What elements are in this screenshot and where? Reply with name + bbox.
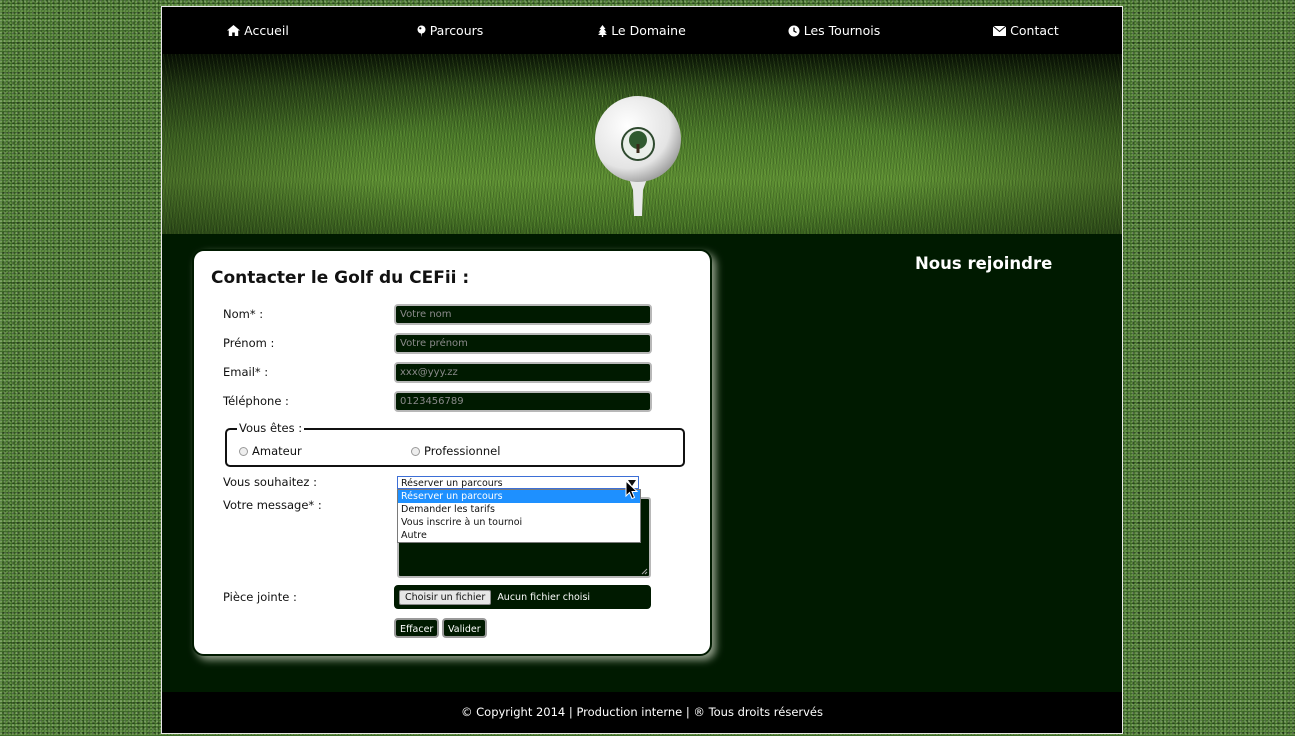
message-label: Votre message* :: [223, 498, 322, 512]
nom-input[interactable]: Votre nom: [394, 304, 652, 325]
hero-banner: [162, 54, 1122, 234]
nav-item-tournois[interactable]: Les Tournois: [738, 23, 930, 38]
telephone-label: Téléphone :: [223, 394, 289, 408]
dropdown-option[interactable]: Autre: [398, 529, 640, 542]
main-nav: Accueil Parcours Le Domaine Les Tournois…: [162, 7, 1122, 54]
nav-label: Accueil: [244, 23, 289, 38]
radio-amateur[interactable]: Amateur: [239, 444, 302, 458]
envelope-icon: [993, 25, 1007, 36]
nav-item-accueil[interactable]: Accueil: [162, 23, 354, 38]
dropdown-option[interactable]: Vous inscrire à un tournoi: [398, 516, 640, 529]
nav-label: Le Domaine: [611, 23, 686, 38]
wish-dropdown-list: Réserver un parcours Demander les tarifs…: [397, 489, 641, 543]
email-label: Email* :: [223, 365, 269, 379]
wish-select[interactable]: Réserver un parcours: [397, 476, 639, 489]
radio-button[interactable]: [411, 446, 420, 456]
main-content: Contacter le Golf du CEFii : Nom* : Votr…: [162, 234, 1122, 692]
telephone-input[interactable]: 0123456789: [394, 391, 652, 412]
status-legend: Vous êtes :: [237, 421, 305, 435]
reset-button[interactable]: Effacer: [394, 618, 440, 638]
footer: © Copyright 2014 | Production interne | …: [162, 692, 1122, 733]
radio-professionnel[interactable]: Professionnel: [411, 444, 500, 458]
select-value: Réserver un parcours: [401, 478, 503, 489]
nav-label: Parcours: [429, 23, 484, 38]
nav-item-parcours[interactable]: Parcours: [354, 23, 546, 38]
contact-form-card: Contacter le Golf du CEFii : Nom* : Votr…: [192, 249, 712, 656]
radio-label: Professionnel: [424, 444, 501, 458]
nav-label: Les Tournois: [803, 23, 881, 38]
file-status: Aucun fichier choisi: [497, 591, 591, 603]
radio-button[interactable]: [239, 446, 248, 456]
aside-title: Nous rejoindre: [915, 254, 1053, 273]
attachment-label: Pièce jointe :: [223, 590, 297, 604]
prenom-input[interactable]: Votre prénom: [394, 333, 652, 354]
radio-label: Amateur: [252, 444, 302, 458]
map-pin-icon: [417, 25, 426, 37]
tree-icon: [598, 24, 608, 37]
resize-handle-icon[interactable]: [641, 568, 648, 575]
nav-item-domaine[interactable]: Le Domaine: [546, 23, 738, 38]
form-title: Contacter le Golf du CEFii :: [211, 268, 470, 288]
prenom-label: Prénom :: [223, 336, 275, 350]
clock-icon: [788, 25, 800, 36]
nom-label: Nom* :: [223, 307, 264, 321]
dropdown-option[interactable]: Réserver un parcours: [398, 490, 640, 503]
status-fieldset: Vous êtes : Amateur Professionnel: [225, 421, 685, 467]
mouse-pointer-icon: [625, 480, 639, 500]
dropdown-option[interactable]: Demander les tarifs: [398, 503, 640, 516]
footer-text: © Copyright 2014 | Production interne | …: [460, 705, 823, 719]
wish-label: Vous souhaitez :: [223, 475, 317, 489]
nav-label: Contact: [1010, 23, 1059, 38]
home-icon: [227, 25, 241, 36]
choose-file-button[interactable]: Choisir un fichier: [399, 589, 492, 605]
email-input[interactable]: xxx@yyy.zz: [394, 362, 652, 383]
site-container: Accueil Parcours Le Domaine Les Tournois…: [161, 6, 1123, 734]
file-input: Choisir un fichier Aucun fichier choisi: [394, 585, 651, 609]
submit-button[interactable]: Valider: [442, 618, 487, 638]
nav-item-contact[interactable]: Contact: [930, 23, 1122, 38]
